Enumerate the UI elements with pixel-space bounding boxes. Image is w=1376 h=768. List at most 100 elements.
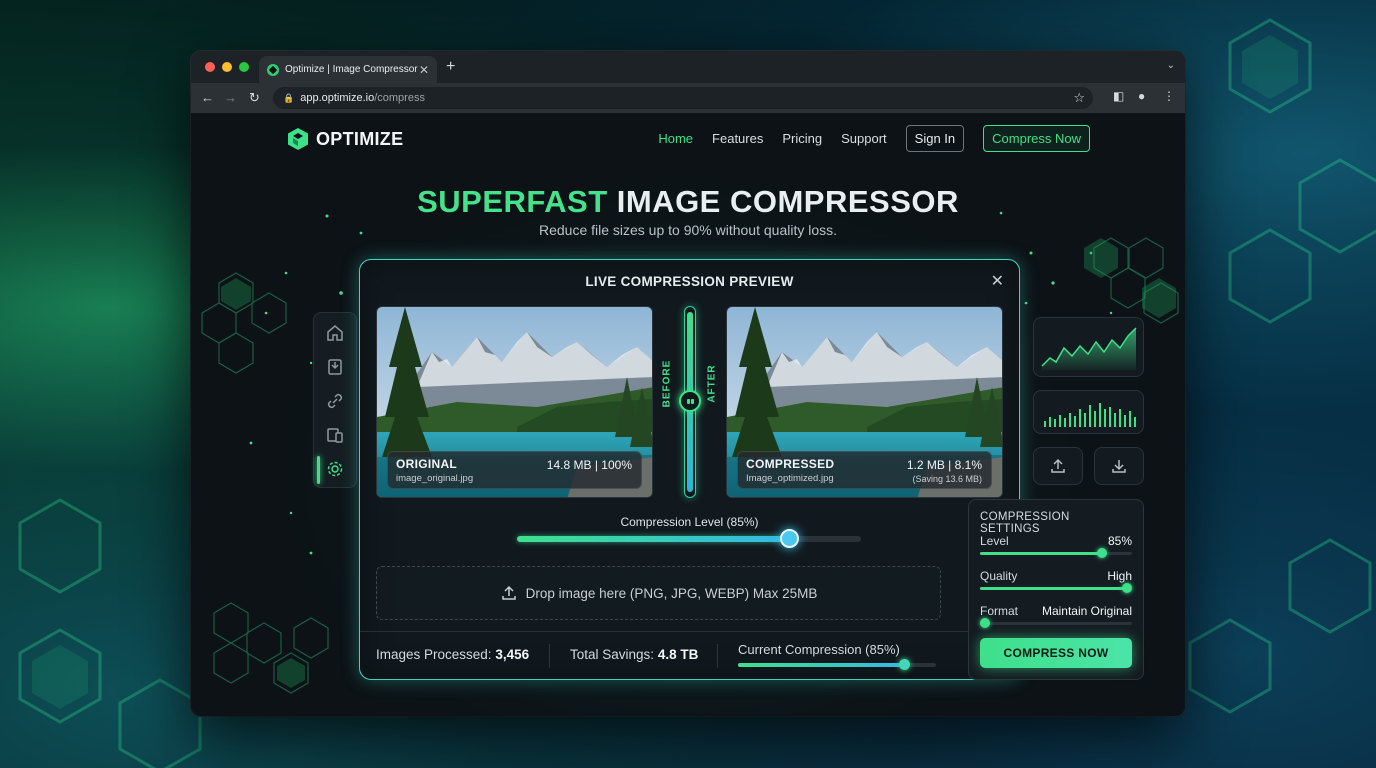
format-slider[interactable] <box>979 618 1132 628</box>
close-window-button[interactable] <box>205 62 215 72</box>
compression-level-label: Compression Level (85%) <box>620 515 759 529</box>
lock-icon: 🔒 <box>283 92 295 103</box>
url-path: /compress <box>374 92 425 104</box>
tab-title: Optimize | Image Compressor <box>285 64 418 75</box>
format-value[interactable]: Maintain Original <box>1042 604 1132 618</box>
after-label: AFTER <box>706 364 718 403</box>
nav-home[interactable]: Home <box>658 131 693 146</box>
compressed-stats: 1.2 MB | 8.1% <box>906 458 982 472</box>
area-chart-widget[interactable] <box>1033 317 1144 377</box>
settings-gear-icon[interactable] <box>325 459 345 479</box>
total-savings-stat: Total Savings: 4.8 TB <box>570 647 698 662</box>
images-processed-stat: Images Processed: 3,456 <box>376 647 529 662</box>
sidebar-toggle-icon[interactable]: ◧ <box>1113 89 1124 103</box>
upload-icon <box>501 585 516 600</box>
before-label: BEFORE <box>661 359 673 408</box>
save-icon[interactable] <box>325 357 345 377</box>
total-savings-value: 4.8 TB <box>657 647 699 662</box>
stats-divider <box>549 644 550 668</box>
quality-label: Quality <box>980 569 1018 583</box>
dropzone-text: Drop image here (PNG, JPG, WEBP) Max 25M… <box>525 585 818 601</box>
profile-icon[interactable]: ● <box>1138 89 1145 103</box>
quality-value: High <box>1107 569 1132 583</box>
images-processed-label: Images Processed: <box>376 647 492 662</box>
compression-preview-card: LIVE COMPRESSION PREVIEW ✕ ORIGINAL imag… <box>359 259 1020 680</box>
compress-now-button[interactable]: COMPRESS NOW <box>980 638 1132 668</box>
original-filename: image_original.jpg <box>396 473 474 484</box>
level-slider-handle[interactable] <box>1096 548 1107 558</box>
level-slider-fill <box>980 552 1102 555</box>
compressed-saving: (Saving 13.6 MB) <box>912 474 982 484</box>
area-chart-graphic <box>1041 327 1137 370</box>
quality-slider[interactable] <box>980 583 1133 593</box>
web-page: OPTIMIZE Home Features Pricing Support S… <box>191 113 1185 716</box>
browser-tab[interactable]: Optimize | Image Compressor ✕ <box>259 56 437 83</box>
comparison-slider-handle[interactable] <box>679 390 701 412</box>
format-slider-handle[interactable] <box>979 618 990 628</box>
reload-icon[interactable]: ↻ <box>249 90 260 106</box>
home-icon[interactable] <box>325 323 345 343</box>
link-icon[interactable] <box>325 391 345 411</box>
current-compression-slider[interactable] <box>738 659 936 670</box>
url-field[interactable]: 🔒 app.optimize.io/compress ☆ <box>273 87 1093 109</box>
comparison-slider[interactable] <box>679 306 701 498</box>
close-icon[interactable]: ✕ <box>991 271 1004 291</box>
bar-chart-widget[interactable] <box>1033 390 1144 434</box>
compression-level-handle[interactable] <box>779 529 799 548</box>
compressed-size: 1.2 MB <box>906 458 945 472</box>
bookmark-star-icon[interactable]: ☆ <box>1073 90 1085 106</box>
quality-slider-handle[interactable] <box>1122 583 1133 593</box>
minimize-window-button[interactable] <box>222 62 232 72</box>
nav-pricing[interactable]: Pricing <box>782 131 822 146</box>
favicon-icon <box>267 63 279 76</box>
compression-level-slider[interactable] <box>517 529 861 548</box>
settings-title: COMPRESSION SETTINGS <box>980 511 1070 535</box>
original-image-panel: ORIGINAL image_original.jpg 14.8 MB | 10… <box>376 306 653 498</box>
quality-slider-fill <box>980 587 1128 590</box>
nav-features[interactable]: Features <box>712 131 763 146</box>
images-processed-value: 3,456 <box>495 647 530 662</box>
tab-close-icon[interactable]: ✕ <box>419 63 429 77</box>
hero-title-rest: IMAGE COMPRESSOR <box>616 184 959 219</box>
image-dropzone[interactable]: Drop image here (PNG, JPG, WEBP) Max 25M… <box>376 566 941 620</box>
current-compression-handle[interactable] <box>899 659 911 670</box>
back-icon[interactable]: ← <box>201 90 214 105</box>
new-tab-icon[interactable]: + <box>446 58 455 76</box>
bar-chart-graphic <box>1044 403 1136 427</box>
tab-list-chevron-icon[interactable]: ⌄ <box>1167 60 1175 71</box>
hero-title: SUPERFAST IMAGE COMPRESSOR <box>191 184 1185 220</box>
compressed-image-panel: COMPRESSED Image_optimized.jpg 1.2 MB | … <box>726 306 1003 498</box>
level-slider[interactable] <box>980 548 1132 558</box>
stats-bar: Images Processed: 3,456 Total Savings: 4… <box>360 631 1019 679</box>
total-savings-label: Total Savings: <box>570 647 655 662</box>
upload-button[interactable] <box>1033 447 1083 485</box>
compressed-percent: 8.1% <box>954 458 982 472</box>
forward-icon[interactable]: → <box>224 90 237 105</box>
level-value: 85% <box>1107 534 1132 548</box>
format-setting: Format Maintain Original <box>979 604 1132 630</box>
hero-title-accent: SUPERFAST <box>417 184 608 219</box>
current-compression-label: Current Compression (85%) <box>738 642 900 657</box>
maximize-window-button[interactable] <box>239 62 249 72</box>
current-compression-fill <box>738 663 905 667</box>
original-size: 14.8 MB <box>546 458 592 472</box>
logo[interactable]: OPTIMIZE <box>286 127 403 151</box>
format-label: Format <box>980 604 1019 618</box>
nav-support[interactable]: Support <box>841 131 887 146</box>
devices-icon[interactable] <box>325 425 345 445</box>
quality-setting: Quality High <box>980 569 1133 595</box>
active-tool-indicator <box>317 456 320 484</box>
original-caption: ORIGINAL image_original.jpg 14.8 MB | 10… <box>387 451 642 489</box>
browser-tab-bar: Optimize | Image Compressor ✕ + ⌄ <box>191 51 1185 83</box>
original-stats: 14.8 MB | 100% <box>546 458 632 472</box>
main-nav: Home Features Pricing Support Sign In Co… <box>658 125 1090 152</box>
more-menu-icon[interactable]: ⋮ <box>1163 89 1175 103</box>
compress-now-nav-button[interactable]: Compress Now <box>983 125 1090 152</box>
level-setting: Level 85% <box>980 534 1132 560</box>
sign-in-button[interactable]: Sign In <box>905 125 965 152</box>
compression-level-fill <box>517 536 789 542</box>
download-icon <box>1112 460 1126 473</box>
download-button[interactable] <box>1094 447 1144 485</box>
optimize-logo-icon <box>288 128 308 150</box>
browser-window: Optimize | Image Compressor ✕ + ⌄ ← → ↻ … <box>191 51 1185 716</box>
